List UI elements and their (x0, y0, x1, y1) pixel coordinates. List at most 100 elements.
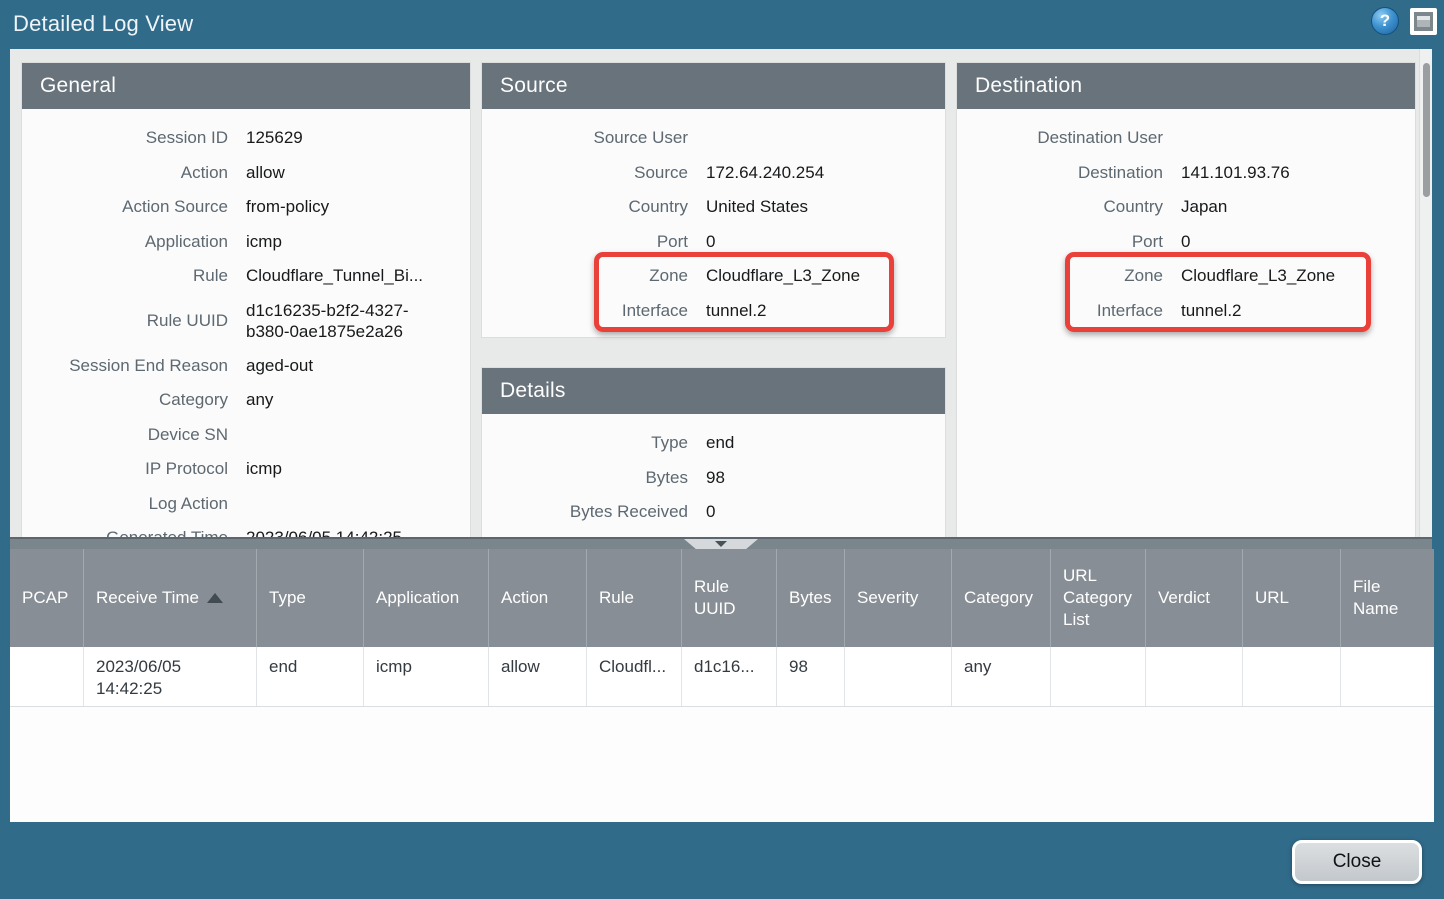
cell-file-name (1341, 647, 1434, 706)
column-label: URL (1255, 587, 1289, 609)
field-label: Zone (482, 266, 688, 286)
field-label: Zone (957, 266, 1163, 286)
field-label: Rule (22, 266, 228, 286)
column-label: URL Category List (1063, 565, 1139, 631)
field-device-sn: Device SN (22, 418, 470, 453)
field-source-port: Port 0 (482, 225, 945, 260)
field-source-address: Source 172.64.240.254 (482, 156, 945, 191)
field-label: Application (22, 232, 228, 252)
field-session-id: Session ID 125629 (22, 121, 470, 156)
field-value: 2023/06/05 14:42:25 (246, 528, 470, 537)
field-label: Generated Time (22, 528, 228, 537)
column-label: Application (376, 587, 459, 609)
field-label: Country (482, 197, 688, 217)
field-action: Action allow (22, 156, 470, 191)
field-application: Application icmp (22, 225, 470, 260)
column-label: Bytes (789, 587, 832, 609)
panel-source-header: Source (482, 63, 945, 109)
field-label: Device SN (22, 425, 228, 445)
column-header-severity[interactable]: Severity (845, 549, 952, 647)
field-label: Port (957, 232, 1163, 252)
field-value: 125629 (246, 128, 470, 148)
field-label: Category (22, 390, 228, 410)
field-value: end (706, 433, 945, 453)
page-title: Detailed Log View (13, 11, 193, 37)
column-label: Category (964, 587, 1033, 609)
field-value: Cloudflare_L3_Zone (1181, 266, 1415, 286)
column-label: Rule UUID (694, 576, 770, 620)
field-label: Log Action (22, 494, 228, 514)
column-header-action[interactable]: Action (489, 549, 587, 647)
field-label: Destination User (957, 128, 1163, 148)
field-action-source: Action Source from-policy (22, 190, 470, 225)
field-label: Bytes Received (482, 502, 688, 522)
column-header-pcap[interactable]: PCAP (10, 549, 84, 647)
column-header-rule-uuid[interactable]: Rule UUID (682, 549, 777, 647)
field-value: 98 (706, 468, 945, 488)
panel-details: Details Type end Bytes 98 Bytes Received… (482, 368, 945, 537)
field-value: icmp (246, 232, 470, 252)
field-value: allow (246, 163, 470, 183)
column-header-bytes[interactable]: Bytes (777, 549, 845, 647)
field-type: Type end (482, 426, 945, 461)
field-label: Source User (482, 128, 688, 148)
column-header-file-name[interactable]: File Name (1341, 549, 1434, 647)
field-value: aged-out (246, 356, 470, 376)
column-header-application[interactable]: Application (364, 549, 489, 647)
column-label: Action (501, 587, 548, 609)
panel-general-body: Session ID 125629 Action allow Action So… (22, 109, 470, 537)
field-rule-uuid: Rule UUID d1c16235-b2f2-4327-b380-0ae187… (22, 294, 470, 349)
column-header-receive-time[interactable]: Receive Time (84, 549, 257, 647)
column-header-type[interactable]: Type (257, 549, 364, 647)
field-label: Interface (482, 301, 688, 321)
cell-application: icmp (364, 647, 489, 706)
field-destination-country: Country Japan (957, 190, 1415, 225)
sort-ascending-icon (207, 593, 223, 603)
panel-general-header: General (22, 63, 470, 109)
field-value: from-policy (246, 197, 470, 217)
panel-details-header: Details (482, 368, 945, 414)
column-header-url[interactable]: URL (1243, 549, 1341, 647)
field-label: IP Protocol (22, 459, 228, 479)
pane-splitter[interactable] (10, 537, 1432, 549)
field-generated-time: Generated Time 2023/06/05 14:42:25 (22, 521, 470, 537)
field-label: Session ID (22, 128, 228, 148)
field-value: Cloudflare_L3_Zone (706, 266, 945, 286)
field-value: Cloudflare_Tunnel_Bi... (246, 266, 470, 286)
field-label: Country (957, 197, 1163, 217)
panel-destination-header: Destination (957, 63, 1415, 109)
vertical-scrollbar-thumb[interactable] (1423, 63, 1430, 197)
cell-rule: Cloudfl... (587, 647, 682, 706)
vertical-scrollbar[interactable] (1419, 49, 1432, 537)
column-label: PCAP (22, 587, 68, 609)
field-value: 0 (1181, 232, 1415, 252)
column-header-url-category-list[interactable]: URL Category List (1051, 549, 1146, 647)
field-label: Interface (957, 301, 1163, 321)
help-icon[interactable]: ? (1371, 7, 1399, 35)
field-value: 172.64.240.254 (706, 163, 945, 183)
field-label: Type (482, 433, 688, 453)
field-value: d1c16235-b2f2-4327-b380-0ae1875e2a26 (246, 300, 446, 342)
column-header-verdict[interactable]: Verdict (1146, 549, 1243, 647)
panel-general: General Session ID 125629 Action allow A… (22, 63, 470, 537)
field-log-action: Log Action (22, 487, 470, 522)
cell-verdict (1146, 647, 1243, 706)
field-label: Destination (957, 163, 1163, 183)
field-ip-protocol: IP Protocol icmp (22, 452, 470, 487)
field-value: 141.101.93.76 (1181, 163, 1415, 183)
restore-window-icon[interactable] (1410, 8, 1437, 35)
column-header-category[interactable]: Category (952, 549, 1051, 647)
field-label: Action (22, 163, 228, 183)
log-table-row[interactable]: 2023/06/05 14:42:25 end icmp allow Cloud… (10, 647, 1434, 707)
panel-destination: Destination Destination User Destination… (957, 63, 1415, 537)
column-header-rule[interactable]: Rule (587, 549, 682, 647)
field-source-zone: Zone Cloudflare_L3_Zone (482, 259, 945, 294)
field-value: tunnel.2 (1181, 301, 1415, 321)
panel-destination-body: Destination User Destination 141.101.93.… (957, 109, 1415, 328)
cell-url-category-list (1051, 647, 1146, 706)
splitter-collapse-handle[interactable] (684, 539, 758, 549)
close-button[interactable]: Close (1292, 840, 1422, 884)
field-label: Bytes (482, 468, 688, 488)
field-label: Session End Reason (22, 356, 228, 376)
titlebar: Detailed Log View ? (0, 0, 1444, 49)
